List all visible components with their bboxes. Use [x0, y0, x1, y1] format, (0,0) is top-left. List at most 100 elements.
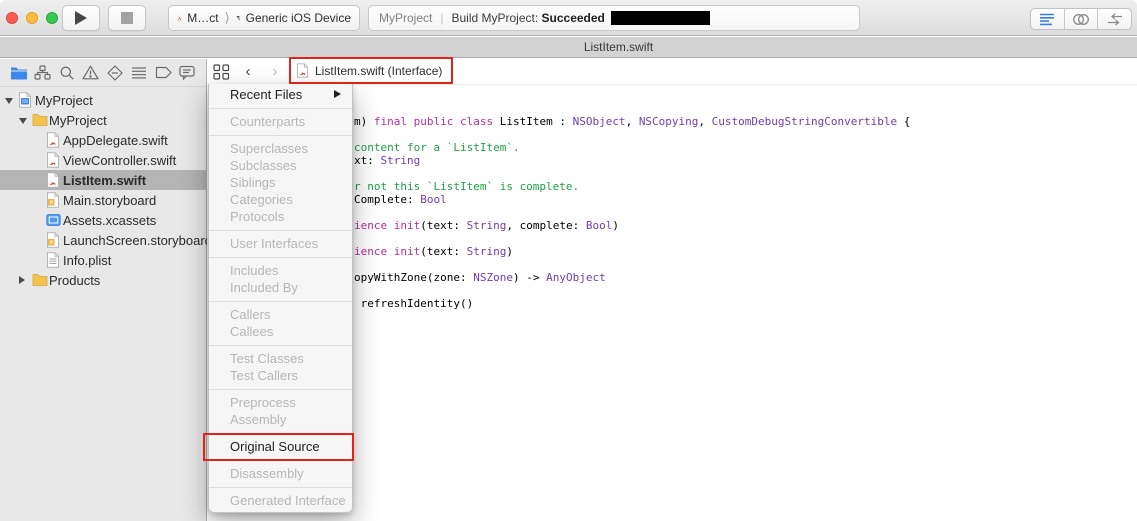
menu-separator: [209, 433, 352, 434]
disclosure-closed-icon[interactable]: [19, 276, 25, 284]
version-editor-button[interactable]: [1098, 9, 1131, 29]
code-segment: xt:: [354, 154, 381, 167]
status-build-result: Succeeded: [542, 11, 605, 25]
tree-item-label: MyProject: [35, 93, 93, 108]
menu-item-original-source[interactable]: Original Source: [209, 438, 352, 455]
code-line: m) final public class ListItem : NSObjec…: [354, 115, 910, 128]
test-navigator-icon[interactable]: [106, 64, 125, 81]
menu-item-callers: Callers: [209, 306, 352, 323]
swift-icon: [46, 132, 60, 148]
navigator-selector-bar: [0, 59, 206, 87]
code-line: content for a `ListItem`.: [354, 141, 520, 154]
menu-separator: [209, 257, 352, 258]
redacted-text: [611, 11, 710, 25]
code-segment: ience init: [354, 219, 420, 232]
code-segment: Complete:: [354, 193, 420, 206]
status-build-text: Build MyProject: Succeeded: [451, 11, 604, 25]
menu-item-assembly: Assembly: [209, 411, 352, 428]
storyboard-icon: [46, 232, 60, 248]
debug-navigator-icon[interactable]: [130, 64, 149, 81]
tree-item-label: AppDelegate.swift: [63, 133, 168, 148]
tree-item-appdelegate-swift[interactable]: AppDelegate.swift: [0, 130, 206, 150]
tab-bar: ListItem.swift: [0, 37, 1137, 58]
code-segment: String: [467, 219, 507, 232]
code-segment: , complete:: [506, 219, 585, 232]
code-segment: ) ->: [513, 271, 546, 284]
swift-icon: [46, 152, 60, 168]
tree-item-assets-xcassets[interactable]: Assets.xcassets: [0, 210, 206, 230]
window-controls: [6, 12, 58, 24]
close-window-button[interactable]: [6, 12, 18, 24]
editor-mode-segmented-control: [1030, 8, 1132, 30]
tree-item-myproject[interactable]: MyProject: [0, 110, 206, 130]
menu-separator: [209, 487, 352, 488]
menu-item-disassembly: Disassembly: [209, 465, 352, 482]
toolbar: M…ct ⟩ Generic iOS Device MyProject | Bu…: [0, 0, 1137, 36]
menu-item-user-interfaces: User Interfaces: [209, 235, 352, 252]
tree-item-viewcontroller-swift[interactable]: ViewController.swift: [0, 150, 206, 170]
code-segment: r not this `ListItem` is complete.: [354, 180, 579, 193]
tree-item-info-plist[interactable]: Info.plist: [0, 250, 206, 270]
scheme-name: M…ct: [187, 11, 218, 25]
scheme-selector[interactable]: M…ct ⟩ Generic iOS Device: [168, 5, 360, 31]
menu-item-recent-files[interactable]: Recent Files: [209, 86, 352, 103]
tree-item-label: Products: [49, 273, 100, 288]
code-segment: opyWithZone(zone:: [354, 271, 473, 284]
stop-icon: [121, 12, 133, 24]
stop-button[interactable]: [108, 5, 146, 31]
menu-item-generated-interface: Generated Interface: [209, 492, 352, 509]
tree-item-label: MyProject: [49, 113, 107, 128]
disclosure-open-icon[interactable]: [5, 98, 13, 104]
code-segment: String: [467, 245, 507, 258]
play-icon: [75, 11, 87, 25]
code-segment: ience init: [354, 245, 420, 258]
standard-editor-button[interactable]: [1031, 9, 1065, 29]
menu-separator: [209, 460, 352, 461]
menu-separator: [209, 389, 352, 390]
code-segment: Bool: [586, 219, 613, 232]
code-line: opyWithZone(zone: NSZone) -> AnyObject: [354, 271, 606, 284]
code-segment: refreshIdentity(): [354, 297, 473, 310]
status-project-name: MyProject: [379, 11, 432, 25]
code-segment: content for a `ListItem`.: [354, 141, 520, 154]
submenu-arrow-icon: [334, 90, 341, 98]
status-divider: |: [440, 11, 443, 25]
run-button[interactable]: [62, 5, 100, 31]
project-file-tree: MyProject MyProject AppDelegate.swift ViewC…: [0, 90, 206, 290]
issue-navigator-icon[interactable]: [81, 64, 100, 81]
version-editor-icon: [1106, 13, 1124, 26]
tree-item-main-storyboard[interactable]: Main.storyboard: [0, 190, 206, 210]
tab-listitem-swift[interactable]: ListItem.swift: [207, 37, 1030, 58]
menu-separator: [209, 345, 352, 346]
symbol-navigator-icon[interactable]: [33, 64, 52, 81]
menu-separator: [209, 135, 352, 136]
tree-item-label: ListItem.swift: [63, 173, 146, 188]
code-segment: ): [506, 245, 513, 258]
code-segment: NSObject: [573, 115, 626, 128]
code-segment: ,: [698, 115, 711, 128]
assistant-editor-button[interactable]: [1065, 9, 1099, 29]
tree-item-products[interactable]: Products: [0, 270, 206, 290]
tree-item-myproject[interactable]: MyProject: [0, 90, 206, 110]
search-navigator-icon[interactable]: [57, 64, 76, 81]
disclosure-open-icon[interactable]: [19, 118, 27, 124]
code-segment: String: [381, 154, 421, 167]
scheme-destination: Generic iOS Device: [246, 11, 351, 25]
code-segment: ListItem :: [500, 115, 573, 128]
plist-icon: [46, 252, 60, 268]
project-navigator-icon[interactable]: [9, 64, 28, 81]
menu-item-protocols: Protocols: [209, 208, 352, 225]
code-segment: ,: [626, 115, 639, 128]
tree-item-listitem-swift[interactable]: ListItem.swift: [0, 170, 206, 190]
report-navigator-icon[interactable]: [178, 64, 197, 81]
zoom-window-button[interactable]: [46, 12, 58, 24]
assets-icon: [46, 212, 61, 228]
storyboard-icon: [46, 192, 60, 208]
code-line: ience init(text: String, complete: Bool): [354, 219, 619, 232]
code-line: r not this `ListItem` is complete.: [354, 180, 579, 193]
tree-item-label: Assets.xcassets: [63, 213, 156, 228]
navigator-sidebar: MyProject MyProject AppDelegate.swift ViewC…: [0, 59, 207, 521]
minimize-window-button[interactable]: [26, 12, 38, 24]
tree-item-launchscreen-storyboard[interactable]: LaunchScreen.storyboard: [0, 230, 206, 250]
breakpoint-navigator-icon[interactable]: [154, 64, 173, 81]
